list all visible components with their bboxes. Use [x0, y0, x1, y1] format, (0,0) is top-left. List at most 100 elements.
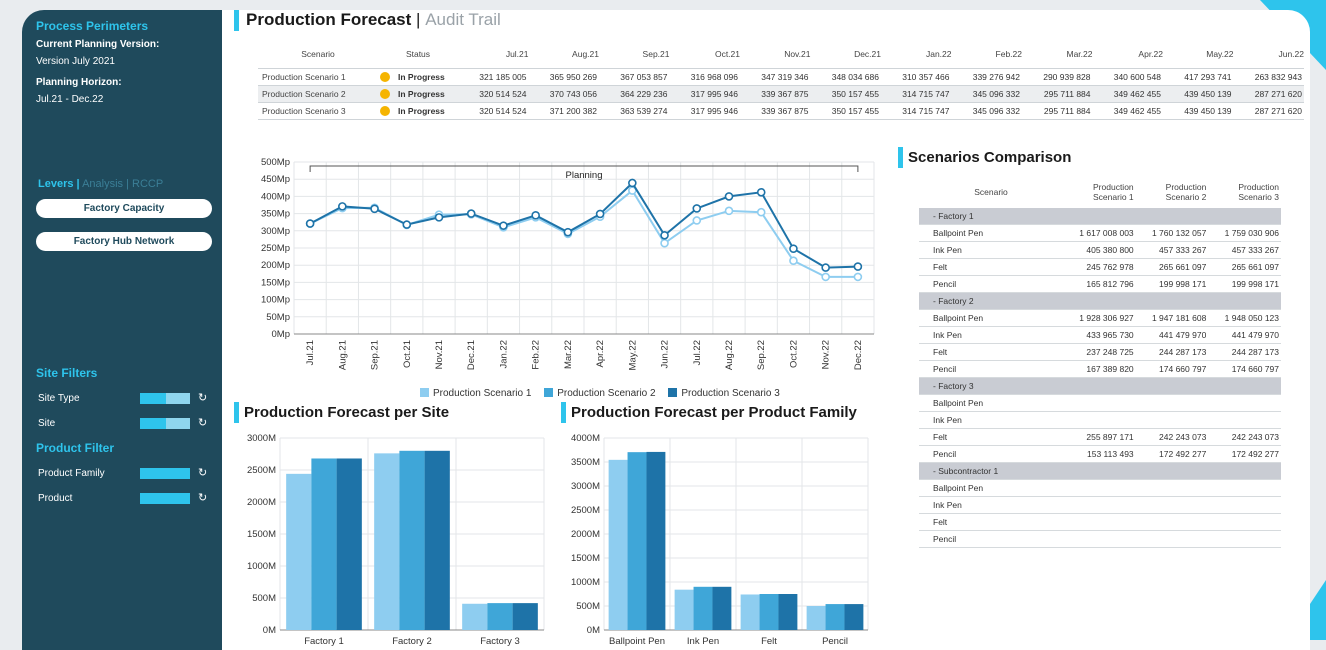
- value-cell: 287 271 620: [1233, 85, 1304, 103]
- x-tick-label: Oct.22: [788, 340, 799, 368]
- product-label: Pencil: [919, 275, 1063, 293]
- group-row[interactable]: - Factory 3: [919, 377, 1281, 395]
- value-cell: [1135, 496, 1209, 514]
- header-line: Scenario 3: [1238, 192, 1279, 202]
- refresh-icon[interactable]: ↻: [198, 391, 207, 404]
- table-row[interactable]: Pencil 165 812 796 199 998 171 199 998 171: [919, 275, 1281, 293]
- y-tick-label: 1500M: [571, 553, 600, 564]
- refresh-icon[interactable]: ↻: [198, 466, 207, 479]
- table-row[interactable]: Felt 245 762 978 265 661 097 265 661 097: [919, 258, 1281, 276]
- bar: [608, 459, 628, 630]
- site-type-label: Site Type: [38, 393, 80, 404]
- data-point: [595, 209, 605, 219]
- audit-trail-link[interactable]: Audit Trail: [425, 10, 501, 29]
- value-cell: 339 276 942: [951, 68, 1022, 86]
- legend-swatch: [544, 388, 554, 397]
- data-point: [756, 207, 766, 217]
- value-cell: 287 271 620: [1233, 102, 1304, 120]
- planning-label: Planning: [566, 170, 603, 181]
- y-tick-label: 1000M: [247, 561, 276, 572]
- table-row[interactable]: Ballpoint Pen: [919, 394, 1281, 412]
- product-label: Ink Pen: [919, 326, 1063, 344]
- bar: [399, 450, 425, 630]
- production-forecast-title[interactable]: Production Forecast: [246, 10, 411, 29]
- site-type-filter[interactable]: [140, 393, 190, 404]
- value-cell: 364 229 236: [599, 85, 670, 103]
- table-row[interactable]: Ink Pen 405 380 800 457 333 267 457 333 267: [919, 241, 1281, 259]
- tab-analysis[interactable]: Analysis: [82, 178, 123, 190]
- value-cell: [1135, 513, 1209, 531]
- table-row[interactable]: Felt: [919, 513, 1281, 531]
- bar: [286, 473, 312, 630]
- group-row[interactable]: - Factory 2: [919, 292, 1281, 310]
- value-cell: 316 968 096: [669, 68, 740, 86]
- table-row[interactable]: Production Scenario 1 In Progress 321 185 …: [258, 68, 1304, 86]
- table-row[interactable]: Pencil 153 113 493 172 492 277 172 492 277: [919, 445, 1281, 463]
- factory-capacity-button[interactable]: Factory Capacity: [36, 199, 212, 218]
- family-chart-title: Production Forecast per Product Family: [571, 404, 857, 421]
- product-label: Ink Pen: [919, 496, 1063, 514]
- y-tick-label: 100Mp: [261, 295, 290, 306]
- bar: [311, 458, 337, 630]
- product-filter[interactable]: [140, 493, 190, 504]
- comparison-table: Scenario Production Scenario 1 Production…: [919, 176, 1281, 548]
- table-row[interactable]: Felt 237 248 725 244 287 173 244 287 173: [919, 343, 1281, 361]
- value-cell: 237 248 725: [1063, 343, 1136, 361]
- data-point: [628, 178, 637, 188]
- value-cell: 349 462 455: [1092, 102, 1163, 120]
- table-row[interactable]: Ink Pen: [919, 411, 1281, 429]
- factory-hub-network-button[interactable]: Factory Hub Network: [36, 232, 212, 251]
- data-point: [305, 219, 315, 228]
- table-row[interactable]: Pencil: [919, 530, 1281, 548]
- tab-levers[interactable]: Levers: [38, 178, 73, 190]
- value-cell: 345 096 332: [951, 102, 1022, 120]
- tab-rccp[interactable]: RCCP: [132, 178, 163, 190]
- product-label: Ink Pen: [919, 241, 1063, 259]
- value-cell: [1135, 530, 1209, 548]
- y-tick-label: 500Mp: [261, 157, 290, 168]
- value-cell: 439 450 139: [1163, 102, 1234, 120]
- table-row[interactable]: Ink Pen: [919, 496, 1281, 514]
- table-row[interactable]: Ballpoint Pen 1 617 008 003 1 760 132 057 1…: [919, 224, 1281, 242]
- line-chart-legend: Production Scenario 1 Production Scenari…: [410, 388, 780, 399]
- y-tick-label: 3500M: [571, 457, 600, 468]
- refresh-icon[interactable]: ↻: [198, 491, 207, 504]
- product-family-filter[interactable]: [140, 468, 190, 479]
- column-header-month: Aug.21: [572, 49, 599, 59]
- family-bar-chart: 4000M 3500M 3000M 2500M 2000M 1500M 1000M 500M 0…: [571, 433, 869, 647]
- data-point: [789, 256, 798, 266]
- y-tick-label: 2500M: [571, 505, 600, 516]
- site-filter[interactable]: [140, 418, 190, 429]
- x-tick-label: Jul.21: [305, 340, 316, 365]
- y-tick-label: 200Mp: [261, 260, 290, 271]
- value-cell: 199 998 171: [1135, 275, 1209, 293]
- table-row[interactable]: Ballpoint Pen: [919, 479, 1281, 497]
- planning-version-value: Version July 2021: [36, 56, 115, 67]
- status-cell: In Progress: [378, 102, 458, 120]
- column-header-scenario-3: Production Scenario 3: [1208, 176, 1281, 208]
- table-row[interactable]: Production Scenario 3 In Progress 320 514 …: [258, 102, 1304, 120]
- table-row[interactable]: Ballpoint Pen 1 928 306 927 1 947 181 608 1…: [919, 309, 1281, 327]
- data-point: [660, 238, 669, 248]
- group-row[interactable]: - Factory 1: [919, 208, 1281, 225]
- refresh-icon[interactable]: ↻: [198, 416, 207, 429]
- value-cell: 370 743 056: [528, 85, 599, 103]
- table-row[interactable]: Felt 255 897 171 242 243 073 242 243 073: [919, 428, 1281, 446]
- tab-separator: |: [76, 178, 80, 190]
- value-cell: 290 939 828: [1022, 68, 1093, 86]
- category-label: Ballpoint Pen: [609, 636, 665, 647]
- column-header-scenario-1: Production Scenario 1: [1063, 176, 1136, 208]
- group-row[interactable]: - Subcontractor 1: [919, 462, 1281, 480]
- site-chart-accent: [234, 402, 239, 423]
- y-tick-label: 4000M: [571, 433, 600, 444]
- data-point: [338, 202, 347, 211]
- planning-version-label: Current Planning Version:: [36, 39, 160, 50]
- data-point: [402, 220, 412, 229]
- table-row[interactable]: Pencil 167 389 820 174 660 797 174 660 797: [919, 360, 1281, 378]
- status-dot-icon: [380, 72, 390, 83]
- table-row[interactable]: Ink Pen 433 965 730 441 479 970 441 479 970: [919, 326, 1281, 344]
- table-row[interactable]: Production Scenario 2 In Progress 320 514 …: [258, 85, 1304, 103]
- column-header-month: Mar.22: [1066, 49, 1093, 59]
- value-cell: 345 096 332: [951, 85, 1022, 103]
- legend-label: Production Scenario 1: [433, 388, 532, 399]
